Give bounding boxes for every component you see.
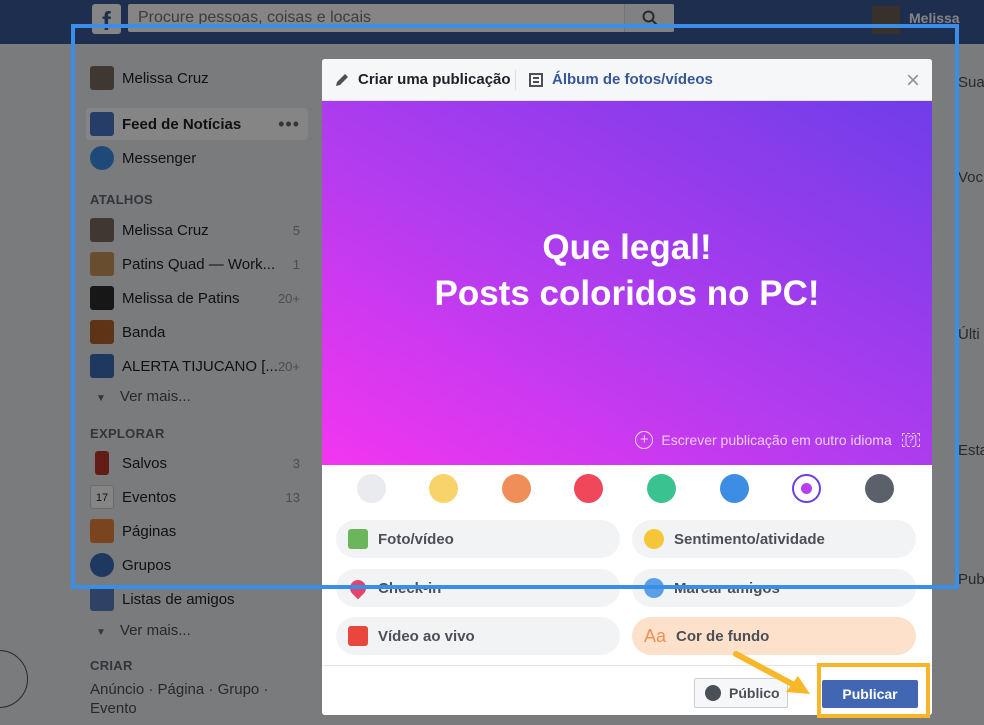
globe-icon <box>705 685 721 701</box>
font-icon: Aa <box>644 625 667 646</box>
live-video-icon <box>348 626 368 646</box>
highlight-frame <box>71 24 959 589</box>
option-label: Cor de fundo <box>676 627 770 645</box>
arrow-annotation <box>733 651 810 694</box>
option-label: Vídeo ao vivo <box>378 627 475 645</box>
live-video-button[interactable]: Vídeo ao vivo <box>336 617 620 655</box>
publish-highlight-frame <box>817 663 930 718</box>
